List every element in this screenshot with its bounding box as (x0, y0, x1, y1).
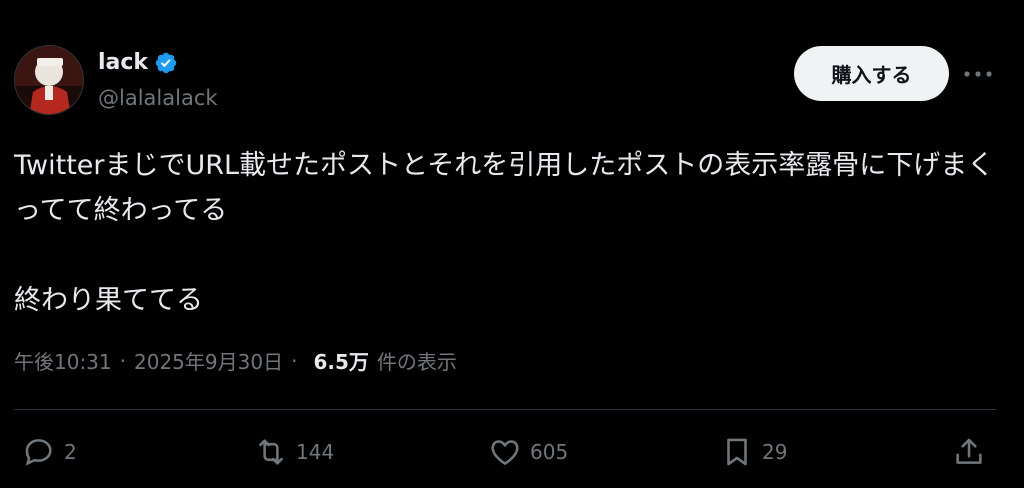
reply-button[interactable]: 2 (22, 428, 77, 476)
bookmark-count: 29 (762, 440, 788, 464)
avatar[interactable] (14, 45, 84, 115)
meta-separator: · (291, 348, 298, 373)
bookmark-button[interactable]: 29 (720, 428, 787, 476)
more-horizontal-icon (964, 71, 992, 77)
post-text-line-1: TwitterまじでURL載せたポストとそれを引用したポストの表示率露骨に下げま… (14, 150, 995, 226)
meta-separator: · (119, 348, 126, 373)
heart-icon (491, 440, 519, 465)
buy-button[interactable]: 購入する (794, 46, 949, 101)
like-count: 605 (530, 440, 569, 464)
post-meta: 午後10:31 · 2025年9月30日 · 6.5万 件の表示 (14, 346, 457, 375)
more-options-button[interactable] (962, 62, 994, 86)
author-name-row[interactable]: lack (98, 50, 178, 75)
divider (14, 409, 996, 410)
repost-icon (259, 439, 283, 465)
repost-button[interactable]: 144 (254, 428, 334, 476)
views-label: 件の表示 (376, 350, 457, 374)
reply-icon (25, 439, 52, 466)
repost-count: 144 (296, 440, 335, 464)
action-bar: 2 144 605 29 (0, 428, 1024, 476)
reply-count: 2 (64, 440, 77, 464)
post-time[interactable]: 午後10:31 (14, 346, 112, 375)
share-icon (956, 438, 982, 464)
share-button[interactable] (952, 428, 986, 476)
author-display-name[interactable]: lack (98, 50, 148, 75)
like-button[interactable]: 605 (488, 428, 568, 476)
bookmark-icon (727, 438, 747, 466)
post-text-line-2: 終わり果ててる (14, 285, 203, 316)
avatar-photo (15, 46, 83, 114)
post-date[interactable]: 2025年9月30日 (134, 346, 283, 375)
views-count: 6.5万 (313, 350, 369, 374)
author-handle[interactable]: @lalalalack (98, 86, 218, 110)
verified-badge-icon (154, 51, 178, 75)
post-body: TwitterまじでURL載せたポストとそれを引用したポストの表示率露骨に下げま… (14, 143, 999, 323)
